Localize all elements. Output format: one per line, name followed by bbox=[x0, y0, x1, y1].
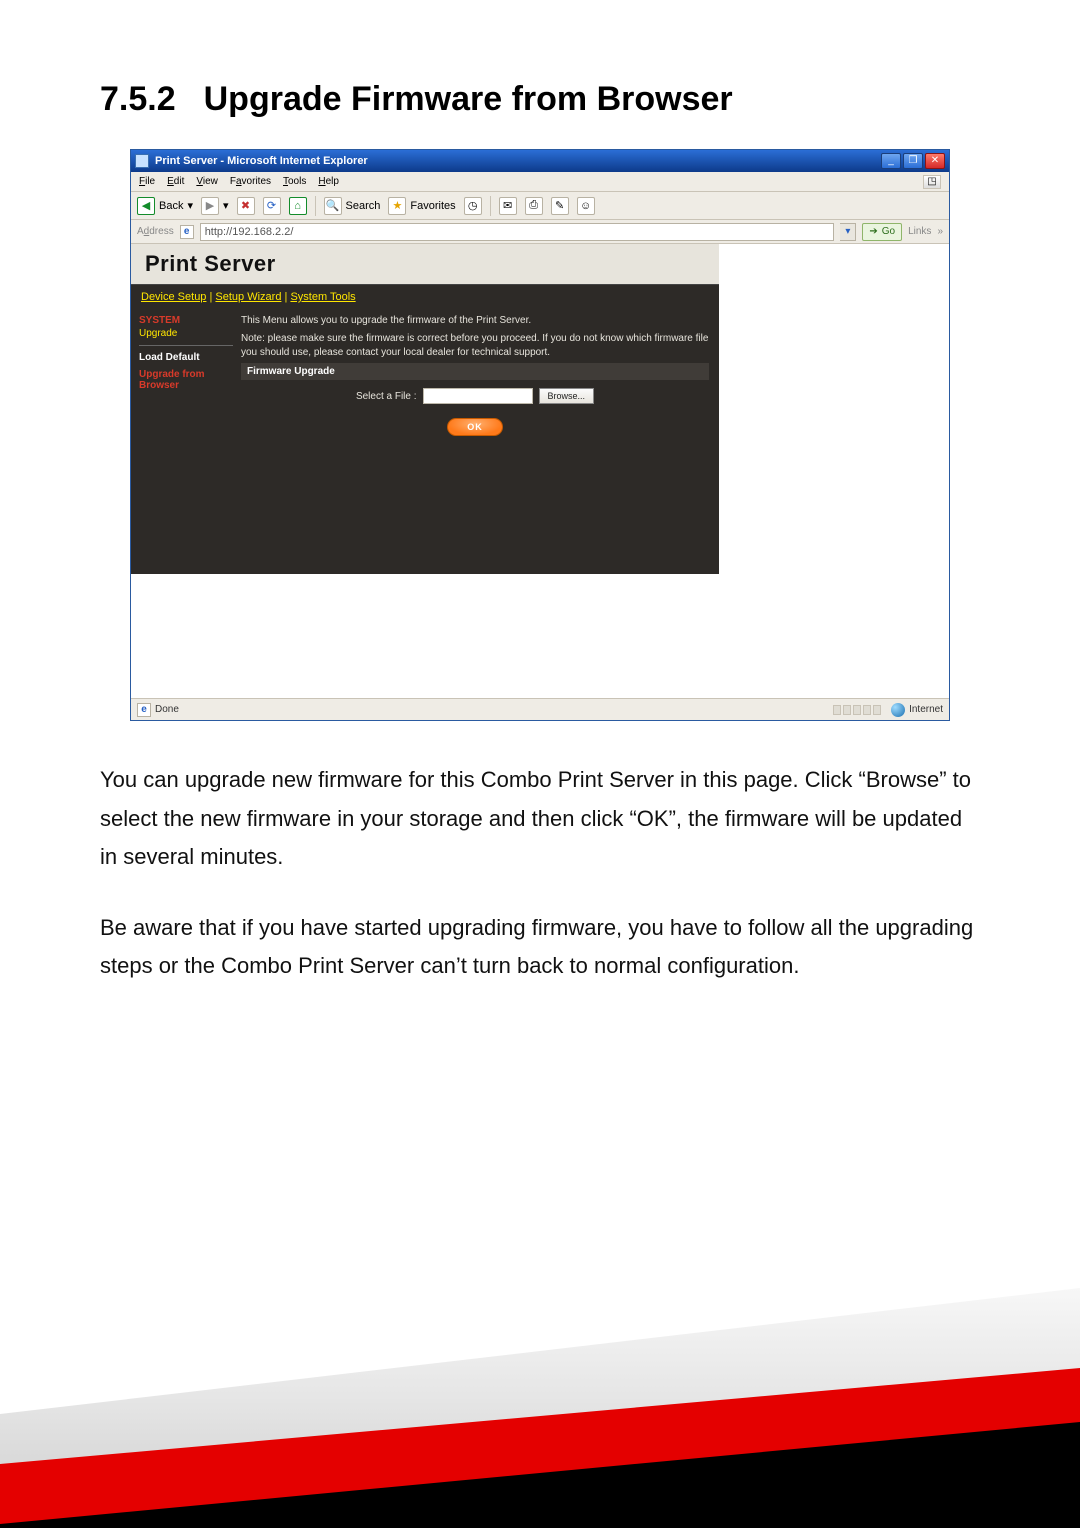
status-page-icon: e bbox=[137, 703, 151, 717]
intro-text: This Menu allows you to upgrade the firm… bbox=[241, 315, 709, 326]
note-text: Note: please make sure the firmware is c… bbox=[241, 332, 709, 359]
status-done: Done bbox=[155, 704, 179, 715]
ie-titlebar: Print Server - Microsoft Internet Explor… bbox=[131, 150, 949, 172]
side-heading-system: SYSTEM bbox=[139, 315, 233, 326]
print-icon[interactable]: ⎙ bbox=[525, 197, 543, 215]
ie-viewport: Print Server Device Setup | Setup Wizard… bbox=[131, 244, 949, 574]
toolbar-separator bbox=[490, 196, 491, 216]
nav-setup-wizard[interactable]: Setup Wizard bbox=[215, 291, 281, 303]
links-chevron-icon: » bbox=[937, 226, 943, 237]
select-file-label: Select a File : bbox=[356, 391, 417, 402]
ie-page-icon: e bbox=[180, 225, 194, 239]
go-label: Go bbox=[882, 226, 895, 237]
back-label: Back bbox=[159, 200, 183, 212]
ok-button[interactable]: OK bbox=[447, 418, 503, 436]
ie-window: Print Server - Microsoft Internet Explor… bbox=[130, 149, 950, 721]
stop-icon[interactable]: ✖ bbox=[237, 197, 255, 215]
menu-help[interactable]: Help bbox=[318, 176, 339, 187]
ie-throbber-icon: ◳ bbox=[923, 175, 941, 189]
menu-tools[interactable]: Tools bbox=[283, 176, 306, 187]
ie-app-icon bbox=[135, 154, 149, 168]
search-label: Search bbox=[346, 200, 381, 212]
ie-window-title: Print Server - Microsoft Internet Explor… bbox=[155, 155, 881, 167]
favorites-label: Favorites bbox=[410, 200, 455, 212]
links-label[interactable]: Links bbox=[908, 226, 931, 237]
panel-title: Print Server bbox=[145, 251, 276, 277]
address-dropdown-icon[interactable]: ▾ bbox=[840, 223, 856, 241]
menu-favorites[interactable]: Favorites bbox=[230, 176, 271, 187]
back-button[interactable]: ◀ Back ▾ bbox=[137, 197, 193, 215]
footer-graphic bbox=[0, 1288, 1080, 1528]
close-button[interactable]: ✕ bbox=[925, 153, 945, 169]
file-input[interactable] bbox=[423, 388, 533, 404]
back-icon: ◀ bbox=[137, 197, 155, 215]
edit-icon[interactable]: ✎ bbox=[551, 197, 569, 215]
search-icon: 🔍 bbox=[324, 197, 342, 215]
forward-chevron-icon: ▾ bbox=[223, 199, 229, 212]
back-chevron-icon: ▾ bbox=[187, 199, 193, 212]
search-button[interactable]: 🔍 Search bbox=[324, 197, 381, 215]
side-item-upgrade[interactable]: Upgrade bbox=[139, 328, 233, 339]
discuss-icon[interactable]: ☺ bbox=[577, 197, 595, 215]
section-heading: 7.5.2 Upgrade Firmware from Browser bbox=[100, 80, 980, 119]
section-bar: Firmware Upgrade bbox=[241, 363, 709, 380]
panel-header: Print Server bbox=[131, 244, 719, 284]
refresh-icon[interactable]: ⟳ bbox=[263, 197, 281, 215]
favorites-button[interactable]: ★ Favorites bbox=[388, 197, 455, 215]
panel-nav: Device Setup | Setup Wizard | System Too… bbox=[131, 284, 719, 309]
document-body-text: You can upgrade new firmware for this Co… bbox=[100, 761, 980, 986]
side-menu: SYSTEM Upgrade Load Default Upgrade from… bbox=[131, 309, 241, 450]
panel-body: SYSTEM Upgrade Load Default Upgrade from… bbox=[131, 309, 719, 450]
ie-toolbar: ◀ Back ▾ ▶ ▾ ✖ ⟳ ⌂ 🔍 Search ★ Favorites … bbox=[131, 192, 949, 220]
menu-view[interactable]: View bbox=[196, 176, 218, 187]
ie-address-bar: Address e ▾ ➔ Go Links » bbox=[131, 220, 949, 244]
go-arrow-icon: ➔ bbox=[869, 226, 877, 237]
ok-row: OK bbox=[241, 408, 709, 436]
nav-device-setup[interactable]: Device Setup bbox=[141, 291, 206, 303]
paragraph-1: You can upgrade new firmware for this Co… bbox=[100, 761, 980, 877]
side-item-load-default[interactable]: Load Default bbox=[139, 352, 233, 363]
menu-edit[interactable]: Edit bbox=[167, 176, 184, 187]
print-server-panel: Print Server Device Setup | Setup Wizard… bbox=[131, 244, 719, 574]
menu-file[interactable]: File bbox=[139, 176, 155, 187]
address-label: Address bbox=[137, 226, 174, 237]
side-divider bbox=[139, 345, 233, 346]
forward-icon: ▶ bbox=[201, 197, 219, 215]
ie-statusbar: e Done Internet bbox=[131, 698, 949, 720]
mail-icon[interactable]: ✉ bbox=[499, 197, 517, 215]
minimize-button[interactable]: _ bbox=[881, 153, 901, 169]
window-buttons: _ ❐ ✕ bbox=[881, 153, 945, 169]
paragraph-2: Be aware that if you have started upgrad… bbox=[100, 909, 980, 986]
browse-button[interactable]: Browse... bbox=[539, 388, 595, 404]
section-number: 7.5.2 bbox=[100, 80, 176, 119]
address-input[interactable] bbox=[200, 223, 835, 241]
maximize-button[interactable]: ❐ bbox=[903, 153, 923, 169]
panel-main: This Menu allows you to upgrade the firm… bbox=[241, 309, 719, 450]
history-icon[interactable]: ◷ bbox=[464, 197, 482, 215]
forward-button[interactable]: ▶ ▾ bbox=[201, 197, 229, 215]
nav-system-tools[interactable]: System Tools bbox=[290, 291, 355, 303]
section-title: Upgrade Firmware from Browser bbox=[204, 80, 733, 119]
side-item-upgrade-from-browser[interactable]: Upgrade from Browser bbox=[139, 369, 233, 391]
favorites-icon: ★ bbox=[388, 197, 406, 215]
ie-menubar: File Edit View Favorites Tools Help ◳ bbox=[131, 172, 949, 192]
status-progress bbox=[833, 705, 881, 715]
viewport-spacer bbox=[131, 574, 949, 698]
status-zone: Internet bbox=[909, 704, 943, 715]
internet-zone-icon bbox=[891, 703, 905, 717]
go-button[interactable]: ➔ Go bbox=[862, 223, 902, 241]
viewport-blank bbox=[719, 244, 949, 574]
toolbar-separator bbox=[315, 196, 316, 216]
file-row: Select a File : Browse... bbox=[241, 380, 709, 408]
home-icon[interactable]: ⌂ bbox=[289, 197, 307, 215]
